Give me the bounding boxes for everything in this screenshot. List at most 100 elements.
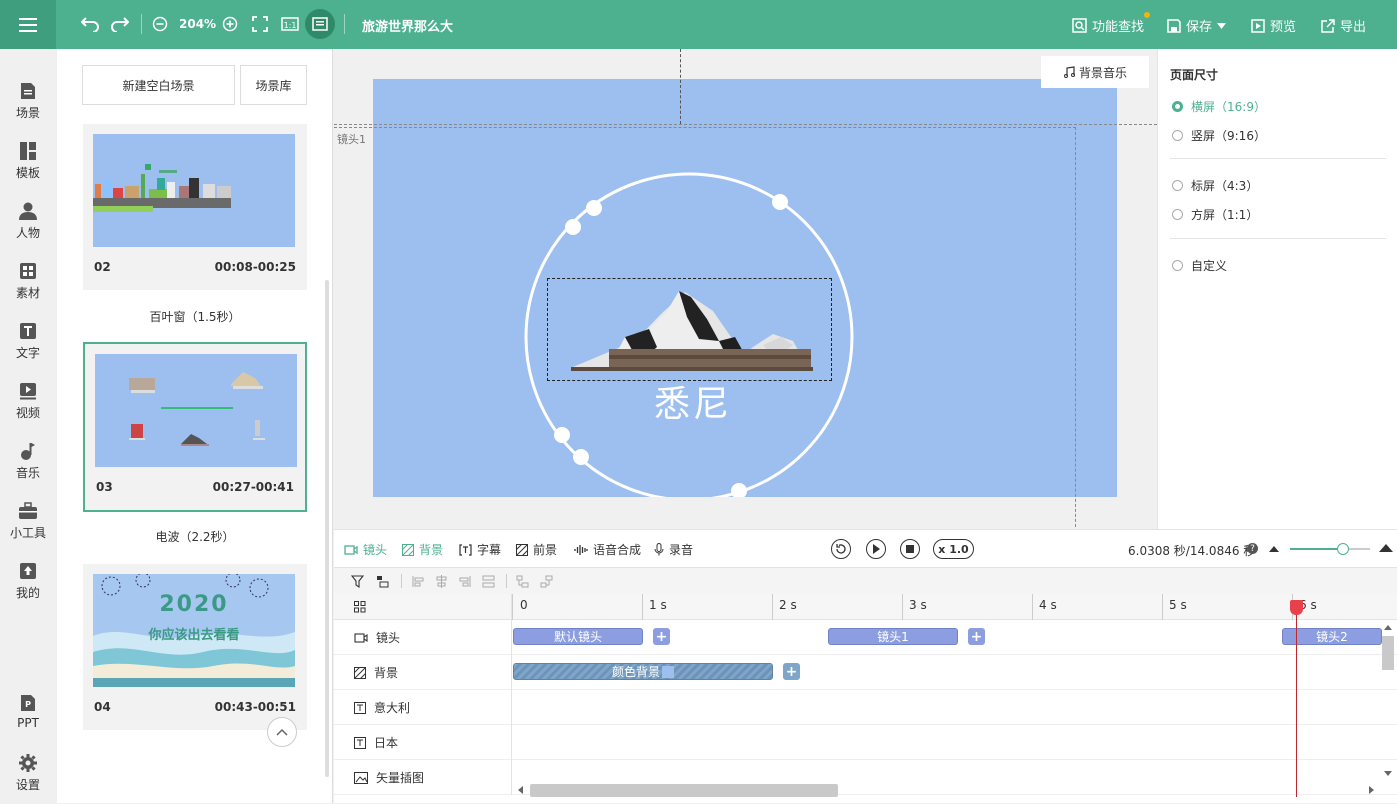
add-background-button[interactable]: +	[783, 663, 800, 680]
stop-button[interactable]	[900, 539, 920, 559]
grid-icon[interactable]	[354, 601, 366, 613]
stack-down-icon[interactable]	[540, 575, 553, 588]
export-button[interactable]: 导出	[1321, 16, 1366, 35]
redo-button[interactable]	[110, 14, 130, 34]
svg-text:P: P	[25, 700, 31, 709]
add-lens-button[interactable]: +	[968, 628, 985, 645]
scroll-to-top-button[interactable]	[267, 717, 297, 747]
track-label-vector[interactable]: 矢量插图	[334, 760, 512, 795]
sidebar-item-music[interactable]: 音乐	[0, 442, 56, 492]
background-music-button[interactable]: 背景音乐	[1041, 56, 1149, 88]
transition-label[interactable]: 电波（2.2秒）	[83, 528, 307, 545]
track-label-japan[interactable]: 日本	[334, 725, 512, 760]
preview-button[interactable]: 预览	[1251, 16, 1296, 35]
zoom-in-button[interactable]	[220, 14, 240, 34]
fullscreen-button[interactable]	[250, 14, 270, 34]
timeline-tools-bar	[334, 567, 1397, 594]
zoom-out-mountain-icon[interactable]	[1269, 545, 1279, 552]
option-label: 自定义	[1191, 259, 1228, 273]
timeline-horizontal-scrollbar[interactable]	[530, 784, 838, 797]
timeline-vertical-scrollbar[interactable]	[1382, 636, 1394, 670]
lens-clip-default[interactable]: 默认镜头	[513, 628, 643, 645]
track-name: 矢量插图	[376, 771, 425, 785]
scene-card-03[interactable]: 03 00:27-00:41	[83, 342, 307, 512]
sidebar-item-video[interactable]: 视频	[0, 382, 56, 432]
track-label-background[interactable]: 背景	[334, 655, 512, 690]
sidebar-label: PPT	[17, 716, 39, 730]
replay-button[interactable]	[831, 539, 851, 559]
ruler-tick	[1162, 594, 1163, 620]
sidebar-item-toolbox[interactable]: 小工具	[0, 502, 56, 552]
option-custom[interactable]: 自定义	[1172, 257, 1227, 274]
tab-record[interactable]: 录音	[654, 541, 693, 558]
tab-lens[interactable]: 镜头	[344, 541, 387, 558]
background-clip[interactable]: 颜色背景	[513, 663, 773, 680]
project-title[interactable]: 旅游世界那么大	[362, 16, 453, 35]
frame-icon	[312, 17, 328, 31]
play-button[interactable]	[866, 539, 886, 559]
scene-card-02[interactable]: 02 00:08-00:25	[83, 124, 307, 290]
scene-card-04[interactable]: 2020 你应该出去看看 04 00:43-00:51	[83, 564, 307, 730]
feature-search-button[interactable]: 功能查找	[1072, 12, 1151, 35]
tab-tts[interactable]: 语音合成	[574, 541, 641, 558]
add-lens-button[interactable]: +	[653, 628, 670, 645]
align-right-icon[interactable]	[458, 575, 471, 588]
distribute-icon[interactable]	[482, 575, 495, 588]
time-ruler[interactable]: 0 1 s 2 s 3 s 4 s 5 s 6 s	[512, 594, 1397, 620]
zoom-in-mountain-icon[interactable]	[1379, 543, 1393, 552]
slider-thumb[interactable]	[1337, 543, 1349, 555]
scene-list-scrollbar[interactable]	[325, 280, 329, 777]
scroll-right-arrow[interactable]	[1369, 786, 1374, 794]
timeline-zoom-slider[interactable]	[1290, 543, 1370, 555]
playback-speed-button[interactable]: x 1.0	[933, 539, 974, 559]
tab-background[interactable]: 背景	[402, 541, 443, 558]
sidebar-label: 场景	[15, 106, 40, 120]
layer-sort-icon[interactable]	[376, 575, 389, 588]
sidebar-item-scene[interactable]: 场景	[0, 82, 56, 132]
scroll-down-arrow[interactable]	[1384, 771, 1392, 776]
stack-up-icon[interactable]	[516, 575, 529, 588]
tab-foreground[interactable]: 前景	[516, 541, 557, 558]
new-blank-scene-button[interactable]: 新建空白场景	[82, 65, 235, 105]
radio-dot	[1172, 260, 1183, 271]
lens-clip-1[interactable]: 镜头1	[828, 628, 958, 645]
zoom-out-button[interactable]	[150, 14, 170, 34]
align-left-icon[interactable]	[412, 575, 425, 588]
sidebar-item-text[interactable]: 文字	[0, 322, 56, 372]
track-row-italy: 意大利	[334, 690, 1397, 725]
track-label-lens[interactable]: 镜头	[334, 620, 512, 655]
transition-label[interactable]: 百叶窗（1.5秒）	[83, 308, 307, 325]
track-label-italy[interactable]: 意大利	[334, 690, 512, 725]
menu-button[interactable]	[0, 0, 56, 49]
save-label: 保存	[1186, 20, 1213, 35]
sidebar-item-mine[interactable]: 我的	[0, 562, 56, 612]
option-standard[interactable]: 标屏（4:3）	[1172, 177, 1258, 194]
safe-frame-button[interactable]	[305, 9, 335, 39]
sidebar-label: 设置	[15, 778, 40, 792]
tab-label: 背景	[419, 543, 444, 557]
option-landscape[interactable]: 横屏（16:9）	[1172, 98, 1266, 115]
playhead-handle[interactable]	[1290, 600, 1303, 615]
filter-icon[interactable]	[351, 575, 364, 588]
help-icon[interactable]: ?	[1247, 543, 1258, 554]
align-center-icon[interactable]	[435, 575, 448, 588]
sidebar-item-template[interactable]: 模板	[0, 142, 56, 192]
option-square[interactable]: 方屏（1:1）	[1172, 206, 1258, 223]
actual-size-button[interactable]: 1:1	[280, 14, 300, 34]
scroll-up-arrow[interactable]	[1384, 625, 1392, 630]
toolbox-icon	[19, 502, 37, 519]
preview-icon	[1251, 18, 1265, 33]
save-button[interactable]: 保存	[1167, 16, 1227, 35]
scroll-left-arrow[interactable]	[518, 786, 523, 794]
lens-clip-2[interactable]: 镜头2	[1282, 628, 1382, 645]
sidebar-item-settings[interactable]: 设置	[0, 754, 56, 804]
sidebar-item-ppt[interactable]: P PPT	[0, 694, 56, 744]
save-icon	[1167, 18, 1181, 33]
tab-subtitle[interactable]: 字幕	[459, 541, 501, 558]
sidebar-item-material[interactable]: 素材	[0, 262, 56, 312]
option-portrait[interactable]: 竖屏（9:16）	[1172, 127, 1266, 144]
sidebar-item-person[interactable]: 人物	[0, 202, 56, 252]
undo-button[interactable]	[80, 14, 100, 34]
vertical-guide-line	[680, 49, 681, 124]
scene-library-button[interactable]: 场景库	[240, 65, 307, 105]
